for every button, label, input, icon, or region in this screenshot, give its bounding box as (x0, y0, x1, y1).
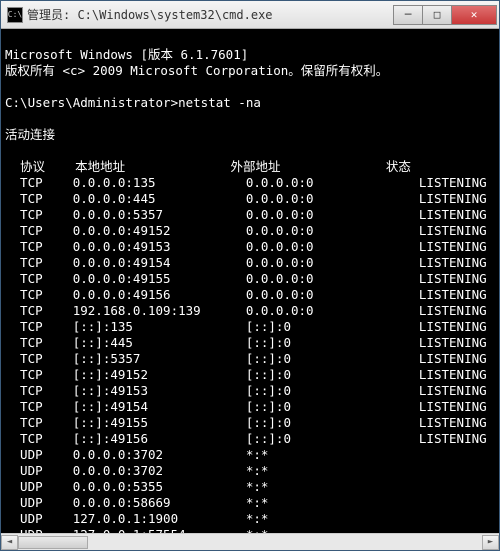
minimize-button[interactable]: ─ (393, 5, 423, 25)
prompt-path: C:\Users\Administrator> (5, 95, 178, 110)
banner-line-1: Microsoft Windows [版本 6.1.7601] (5, 47, 248, 62)
terminal-output[interactable]: Microsoft Windows [版本 6.1.7601] 版权所有 <c>… (1, 29, 499, 533)
prompt-line: C:\Users\Administrator>netstat -na (5, 95, 261, 110)
titlebar-text: 管理员: C:\Windows\system32\cmd.exe (27, 6, 394, 23)
cmd-icon: C:\ (7, 7, 23, 23)
titlebar[interactable]: C:\ 管理员: C:\Windows\system32\cmd.exe ─ □… (1, 1, 499, 29)
scroll-track[interactable] (18, 535, 482, 550)
horizontal-scrollbar[interactable]: ◄ ► (1, 533, 499, 550)
column-headers: 协议 本地地址 外部地址 状态 (5, 159, 411, 174)
prompt-command: netstat -na (178, 95, 261, 110)
scroll-right-button[interactable]: ► (482, 535, 499, 550)
section-title: 活动连接 (5, 127, 55, 142)
window-buttons: ─ □ ✕ (394, 5, 497, 25)
close-button[interactable]: ✕ (451, 5, 497, 25)
connection-rows: TCP 0.0.0.0:135 0.0.0.0:0 LISTENING TCP … (5, 175, 495, 533)
banner-line-2: 版权所有 <c> 2009 Microsoft Corporation。保留所有… (5, 63, 388, 78)
scroll-thumb[interactable] (18, 536, 88, 549)
cmd-window: C:\ 管理员: C:\Windows\system32\cmd.exe ─ □… (0, 0, 500, 551)
scroll-left-button[interactable]: ◄ (1, 535, 18, 550)
maximize-button[interactable]: □ (422, 5, 452, 25)
